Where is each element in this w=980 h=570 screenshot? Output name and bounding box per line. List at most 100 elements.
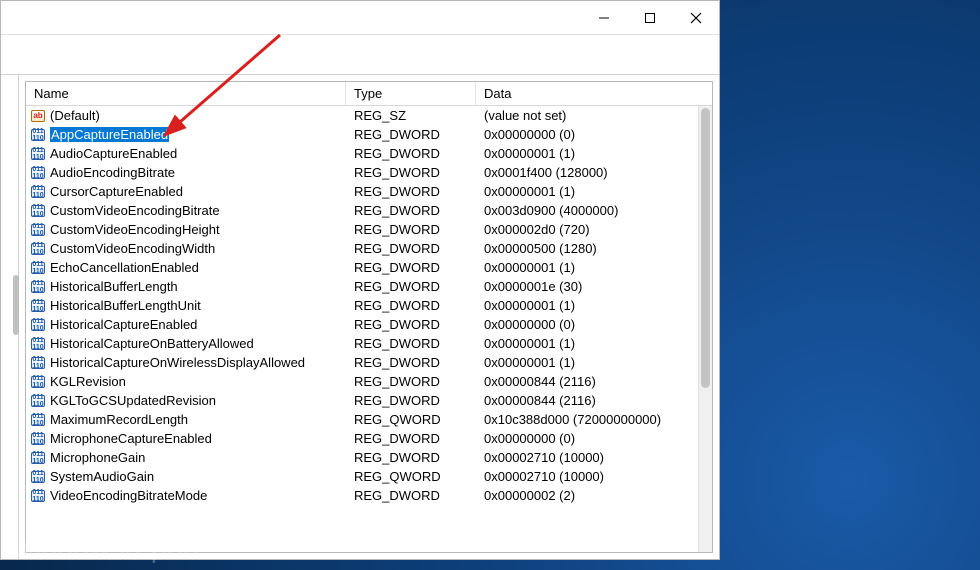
registry-value-row[interactable]: 011110HistoricalCaptureOnBatteryAllowedR… <box>26 334 712 353</box>
registry-value-row[interactable]: 011110AudioCaptureEnabledREG_DWORD0x0000… <box>26 144 712 163</box>
registry-value-row[interactable]: 011110AppCaptureEnabledREG_DWORD0x000000… <box>26 125 712 144</box>
value-name: VideoEncodingBitrateMode <box>50 488 207 503</box>
reg-binary-icon: 011110 <box>30 336 46 352</box>
desktop-background: Name Type Data ab(Default)REG_SZ(value n… <box>0 0 980 570</box>
reg-binary-icon: 011110 <box>30 241 46 257</box>
registry-value-row[interactable]: 011110HistoricalBufferLengthUnitREG_DWOR… <box>26 296 712 315</box>
scrollbar-thumb[interactable] <box>701 108 710 388</box>
reg-binary-icon: 011110 <box>30 279 46 295</box>
value-name-cell: 011110 MicrophoneCaptureEnabled <box>26 431 346 447</box>
registry-value-row[interactable]: 011110EchoCancellationEnabledREG_DWORD0x… <box>26 258 712 277</box>
registry-value-row[interactable]: 011110 HistoricalBufferLength REG_DWORD0x0… <box>26 277 712 296</box>
close-button[interactable] <box>673 1 719 34</box>
value-data-cell: 0x003d0900 (4000000) <box>476 203 712 218</box>
toolbar-area <box>1 35 719 75</box>
value-name: SystemAudioGain <box>50 469 154 484</box>
reg-binary-icon: 011110 <box>30 260 46 276</box>
reg-binary-icon: 011110 <box>30 222 46 238</box>
registry-value-row[interactable]: 011110 VideoEncodingBitrateMode REG_DWORD0… <box>26 486 712 505</box>
reg-binary-icon: 011110 <box>30 431 46 447</box>
value-data-cell: 0x00000001 (1) <box>476 260 712 275</box>
value-data-cell: 0x00000844 (2116) <box>476 374 712 389</box>
value-type-cell: REG_DWORD <box>346 279 476 294</box>
value-name-cell: 011110AudioCaptureEnabled <box>26 146 346 162</box>
value-name-cell: 011110KGLToGCSUpdatedRevision <box>26 393 346 409</box>
registry-value-row[interactable]: 011110CustomVideoEncodingWidthREG_DWORD0… <box>26 239 712 258</box>
value-data-cell: 0x10c388d000 (72000000000) <box>476 412 712 427</box>
minimize-button[interactable] <box>581 1 627 34</box>
value-data-cell: 0x0000001e (30) <box>476 279 712 294</box>
value-name: MaximumRecordLength <box>50 412 188 427</box>
registry-value-row[interactable]: 011110 HistoricalCaptureEnabled REG_DWORD0… <box>26 315 712 334</box>
value-data-cell: (value not set) <box>476 108 712 123</box>
value-name-cell: 011110 MicrophoneGain <box>26 450 346 466</box>
reg-binary-icon: 011110 <box>30 127 46 143</box>
value-type-cell: REG_DWORD <box>346 222 476 237</box>
value-type-cell: REG_DWORD <box>346 127 476 142</box>
column-header-data[interactable]: Data <box>476 82 698 105</box>
close-icon <box>690 12 702 24</box>
reg-binary-icon: 011110 <box>30 165 46 181</box>
registry-value-row[interactable]: 011110MicrophoneGainREG_DWORD0x00002710 … <box>26 448 712 467</box>
value-name-cell: 011110HistoricalCaptureOnBatteryAllowed <box>26 336 346 352</box>
registry-value-row[interactable]: 011110 CustomVideoEncodingHeight REG_DWORD… <box>26 220 712 239</box>
reg-binary-icon: 011110 <box>30 317 46 333</box>
watermark: windowsreport <box>14 532 201 564</box>
value-name-cell: 011110 CustomVideoEncodingWidth <box>26 241 346 257</box>
registry-value-row[interactable]: 011110KGLToGCSUpdatedRevisionREG_DWORD0x… <box>26 391 712 410</box>
value-name-cell: 011110MaximumRecordLength <box>26 412 346 428</box>
value-type-cell: REG_QWORD <box>346 412 476 427</box>
value-name: CursorCaptureEnabled <box>50 184 183 199</box>
value-type-cell: REG_DWORD <box>346 165 476 180</box>
value-name-cell: 011110 KGLRevision <box>26 374 346 390</box>
value-name: MicrophoneCaptureEnabled <box>50 431 212 446</box>
value-name-cell: 011110 CustomVideoEncodingHeight <box>26 222 346 238</box>
value-data-cell: 0x00000001 (1) <box>476 298 712 313</box>
value-name: CustomVideoEncodingWidth <box>50 241 215 256</box>
reg-binary-icon: 011110 <box>30 374 46 390</box>
registry-value-row[interactable]: 011110SystemAudioGainREG_QWORD0x00002710… <box>26 467 712 486</box>
reg-binary-icon: 011110 <box>30 450 46 466</box>
values-listview: Name Type Data ab(Default)REG_SZ(value n… <box>25 81 713 553</box>
value-name-cell: 011110 HistoricalBufferLength <box>26 279 346 295</box>
reg-binary-icon: 011110 <box>30 488 46 504</box>
values-pane: Name Type Data ab(Default)REG_SZ(value n… <box>19 75 719 559</box>
registry-value-row[interactable]: 011110CustomVideoEncodingBitrateREG_DWOR… <box>26 201 712 220</box>
value-name: HistoricalCaptureEnabled <box>50 317 197 332</box>
value-data-cell: 0x00000000 (0) <box>476 431 712 446</box>
registry-value-row[interactable]: 011110CursorCaptureEnabledREG_DWORD0x000… <box>26 182 712 201</box>
registry-value-row[interactable]: 011110MaximumRecordLengthREG_QWORD0x10c3… <box>26 410 712 429</box>
value-name-cell: ab(Default) <box>26 108 346 124</box>
registry-value-row[interactable]: 011110AudioEncodingBitrateREG_DWORD0x000… <box>26 163 712 182</box>
value-name: CustomVideoEncodingHeight <box>50 222 220 237</box>
reg-binary-icon: 011110 <box>30 203 46 219</box>
value-name: HistoricalBufferLengthUnit <box>50 298 201 313</box>
value-name: CustomVideoEncodingBitrate <box>50 203 220 218</box>
title-bar <box>1 1 719 35</box>
value-type-cell: REG_DWORD <box>346 317 476 332</box>
column-header-type[interactable]: Type <box>346 82 476 105</box>
registry-value-row[interactable]: 011110MicrophoneCaptureEnabledREG_DWORD0… <box>26 429 712 448</box>
value-data-cell: 0x00000001 (1) <box>476 336 712 351</box>
value-name: MicrophoneGain <box>50 450 145 465</box>
value-type-cell: REG_DWORD <box>346 488 476 503</box>
value-name: AudioEncodingBitrate <box>50 165 175 180</box>
registry-value-row[interactable]: 011110KGLRevisionREG_DWORD0x00000844 (21… <box>26 372 712 391</box>
value-data-cell: 0x00000000 (0) <box>476 127 712 142</box>
maximize-button[interactable] <box>627 1 673 34</box>
value-data-cell: 0x00000000 (0) <box>476 317 712 332</box>
reg-binary-icon: 011110 <box>30 355 46 371</box>
value-name-cell: 011110EchoCancellationEnabled <box>26 260 346 276</box>
tree-scrollbar-thumb[interactable] <box>13 275 19 335</box>
column-headers: Name Type Data <box>26 82 712 106</box>
registry-value-row[interactable]: ab(Default)REG_SZ(value not set) <box>26 106 712 125</box>
value-type-cell: REG_DWORD <box>346 355 476 370</box>
column-header-name[interactable]: Name <box>26 82 346 105</box>
value-name: KGLRevision <box>50 374 126 389</box>
value-type-cell: REG_DWORD <box>346 146 476 161</box>
value-name-cell: 011110 VideoEncodingBitrateMode <box>26 488 346 504</box>
value-name: HistoricalCaptureOnWirelessDisplayAllowe… <box>50 355 305 370</box>
value-name: HistoricalBufferLength <box>50 279 178 294</box>
vertical-scrollbar[interactable] <box>698 106 712 552</box>
registry-value-row[interactable]: 011110 HistoricalCaptureOnWirelessDisplay… <box>26 353 712 372</box>
